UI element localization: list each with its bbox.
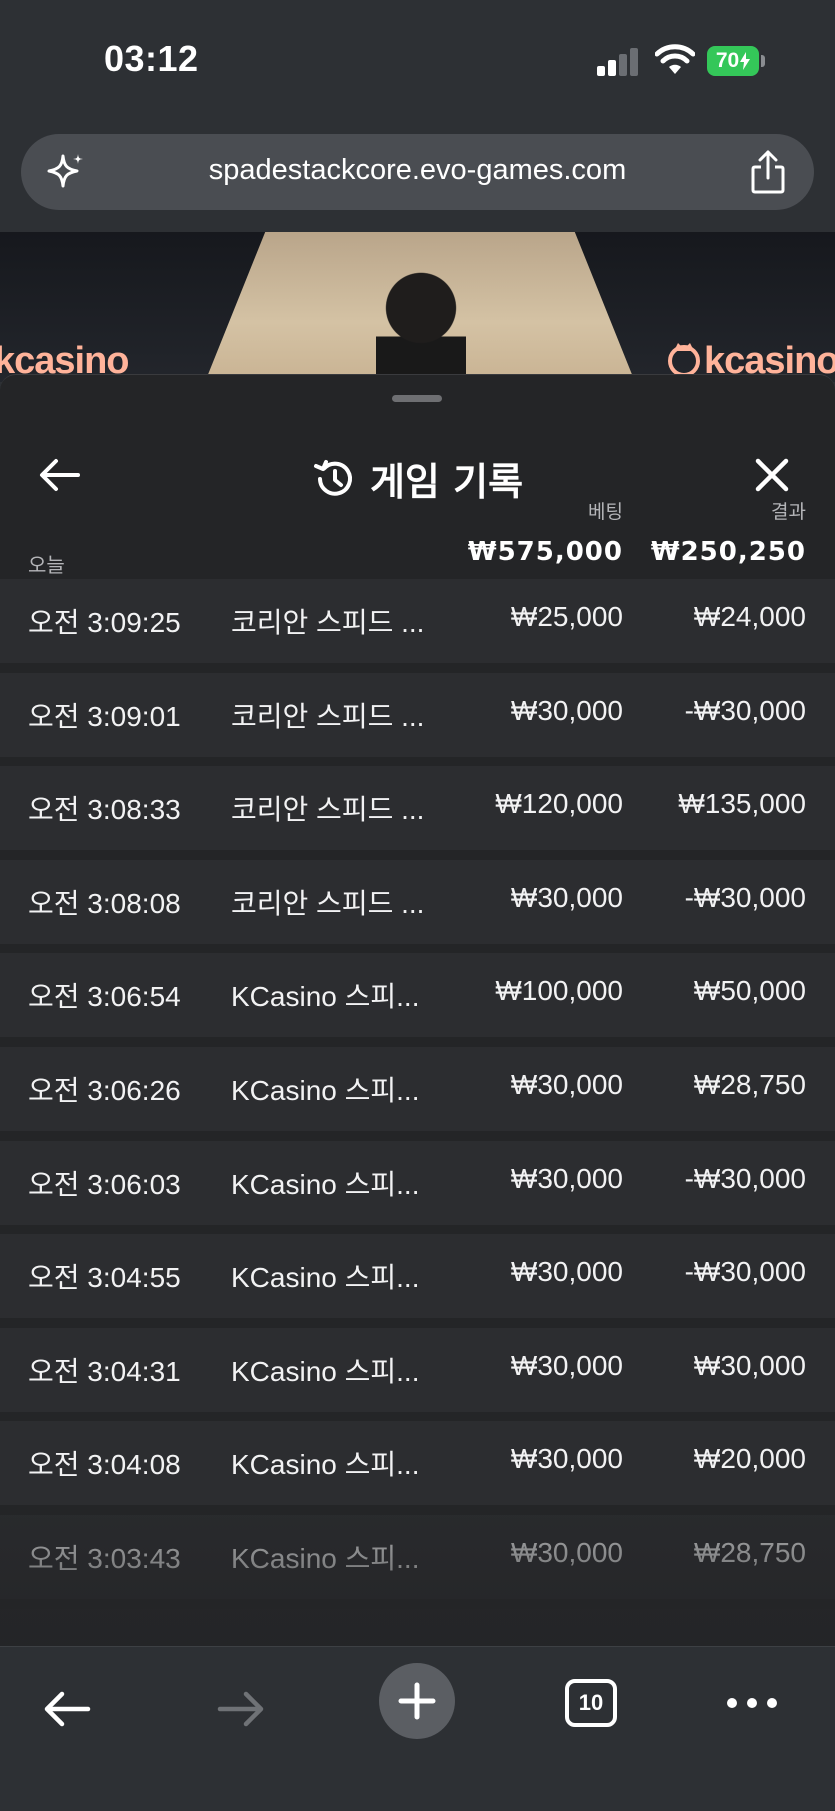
row-result: -₩30,000 [684,1162,806,1194]
row-game: KCasino 스피... [231,1542,420,1574]
row-game: KCasino 스피... [231,1168,420,1200]
row-time: 오전 3:04:08 [28,1449,181,1481]
row-time: 오전 3:06:26 [28,1074,181,1106]
wifi-icon [655,44,695,74]
charging-bolt-icon [740,52,751,70]
row-result: ₩28,750 [693,1536,806,1568]
row-bet: ₩30,000 [510,1068,623,1100]
history-row[interactable]: 오전 3:08:33 코리안 스피드 ... ₩120,000 ₩135,000 [0,766,835,851]
row-game: 코리안 스피드 ... [231,887,425,919]
history-summary: 베팅 결과 오늘 ₩575,000 ₩250,250 [0,493,835,583]
plus-icon [398,1682,436,1720]
column-header-bet: 베팅 [588,501,623,523]
row-bet: ₩30,000 [510,1536,623,1568]
battery-indicator: 70 [707,46,759,76]
row-time: 오전 3:08:08 [28,887,181,919]
close-icon[interactable] [752,455,792,495]
row-bet: ₩30,000 [510,1256,623,1288]
battery-level: 70 [715,49,740,72]
row-result: ₩30,000 [693,1349,806,1381]
row-time: 오전 3:08:33 [28,794,181,826]
status-bar: 03:12 70 [0,0,835,120]
row-game: KCasino 스피... [231,1074,420,1106]
history-row-partial[interactable] [0,1608,835,1646]
dealer-image [376,268,466,382]
new-tab-button[interactable] [379,1663,455,1739]
row-bet: ₩25,000 [510,601,623,632]
row-game: KCasino 스피... [231,981,420,1013]
history-row[interactable]: 오전 3:03:43 KCasino 스피... ₩30,000 ₩28,750 [0,1514,835,1599]
row-bet: ₩30,000 [510,1349,623,1381]
browser-toolbar: 10 [0,1646,835,1811]
history-list: 오전 3:09:25 코리안 스피드 ... ₩25,000 ₩24,000 오… [0,579,835,1646]
history-row[interactable]: 오전 3:04:31 KCasino 스피... ₩30,000 ₩30,000 [0,1327,835,1412]
row-game: KCasino 스피... [231,1262,420,1294]
history-row[interactable]: 오전 3:09:01 코리안 스피드 ... ₩30,000 -₩30,000 [0,672,835,757]
row-game: KCasino 스피... [231,1449,420,1481]
history-row[interactable]: 오전 3:06:26 KCasino 스피... ₩30,000 ₩28,750 [0,1046,835,1131]
row-bet: ₩100,000 [495,975,623,1007]
arrow-right-icon[interactable] [216,1689,266,1729]
row-time: 오전 3:06:03 [28,1168,181,1200]
row-result: ₩28,750 [693,1068,806,1100]
row-result: ₩20,000 [693,1443,806,1475]
history-row[interactable]: 오전 3:06:54 KCasino 스피... ₩100,000 ₩50,00… [0,953,835,1038]
address-bar[interactable]: spadestackcore.evo-games.com [21,134,814,210]
row-result: ₩50,000 [693,975,806,1007]
game-history-sheet: 게임 기록 베팅 결과 오늘 ₩575,000 ₩250,250 오전 3:09… [0,374,835,1646]
status-time: 03:12 [104,38,199,79]
history-row[interactable]: 오전 3:04:55 KCasino 스피... ₩30,000 -₩30,00… [0,1234,835,1319]
row-time: 오전 3:06:54 [28,981,181,1013]
url-text[interactable]: spadestackcore.evo-games.com [21,154,814,187]
row-bet: ₩30,000 [510,1443,623,1475]
row-result: ₩135,000 [678,788,806,820]
row-result: -₩30,000 [684,1256,806,1288]
history-row[interactable]: 오전 3:08:08 코리안 스피드 ... ₩30,000 -₩30,000 [0,859,835,944]
row-time: 오전 3:09:01 [28,700,181,732]
row-result: -₩30,000 [684,881,806,913]
row-result: ₩24,000 [693,601,806,632]
share-icon[interactable] [750,150,786,194]
row-game: 코리안 스피드 ... [231,794,425,826]
row-time: 오전 3:04:55 [28,1262,181,1294]
column-header-result: 결과 [771,501,806,523]
battery-cap [761,55,765,67]
row-game: 코리안 스피드 ... [231,700,425,732]
arrow-left-icon[interactable] [42,1689,92,1729]
more-icon[interactable] [724,1693,780,1713]
history-row[interactable]: 오전 3:06:03 KCasino 스피... ₩30,000 -₩30,00… [0,1140,835,1225]
date-group-label: 오늘 [28,553,65,577]
row-time: 오전 3:09:25 [28,607,181,638]
row-time: 오전 3:03:43 [28,1542,181,1574]
row-bet: ₩30,000 [510,694,623,726]
row-bet: ₩30,000 [510,881,623,913]
row-bet: ₩30,000 [510,1162,623,1194]
tabs-button[interactable]: 10 [565,1679,617,1727]
live-video-feed: kcasino kcasino [0,232,835,382]
cellular-signal-icon [597,46,641,76]
row-game: 코리안 스피드 ... [231,607,425,638]
tab-count: 10 [578,1690,604,1715]
row-time: 오전 3:04:31 [28,1355,181,1387]
row-bet: ₩120,000 [495,788,623,820]
total-bet: ₩575,000 [467,537,623,567]
row-game: KCasino 스피... [231,1355,420,1387]
history-row[interactable]: 오전 3:09:25 코리안 스피드 ... ₩25,000 ₩24,000 [0,579,835,663]
total-result: ₩250,250 [650,537,806,567]
row-result: -₩30,000 [684,694,806,726]
history-row[interactable]: 오전 3:04:08 KCasino 스피... ₩30,000 ₩20,000 [0,1421,835,1506]
screen: 03:12 70 spadestackcore.evo-games.com kc… [0,0,835,1811]
sheet-grabber[interactable] [392,395,442,402]
logo-mark-icon [668,343,700,377]
